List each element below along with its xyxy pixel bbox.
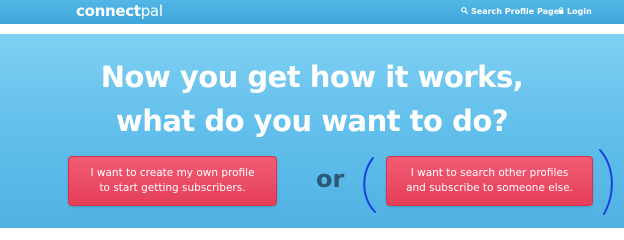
search-icon: [461, 6, 469, 18]
top-navigation-bar: connectpal Search Profile Pages Login: [0, 0, 624, 24]
search-profiles-button[interactable]: I want to search other profiles and subs…: [386, 156, 593, 206]
header-spacer: [0, 24, 624, 34]
hero-headline-line-2: what do you want to do?: [115, 104, 509, 138]
logo-text-accent: pal: [140, 2, 163, 20]
search-profile-pages-link[interactable]: Search Profile Pages: [461, 6, 564, 18]
footer-spacer: [0, 228, 624, 240]
create-profile-label-line-1: I want to create my own profile: [90, 167, 255, 179]
login-link-label: Login: [567, 7, 592, 16]
or-separator: or: [316, 165, 345, 193]
login-link[interactable]: Login: [558, 6, 592, 18]
search-profiles-label-line-1: I want to search other profiles: [410, 167, 569, 179]
lock-icon: [558, 6, 564, 18]
create-profile-label-line-2: to start getting subscribers.: [99, 182, 246, 194]
create-profile-button[interactable]: I want to create my own profile to start…: [68, 156, 277, 206]
search-link-label: Search Profile Pages: [471, 7, 564, 16]
connectpal-logo[interactable]: connectpal: [76, 2, 163, 20]
hero-headline-line-1: Now you get how it works,: [100, 60, 524, 94]
logo-text: connect: [76, 2, 141, 20]
search-profiles-label-line-2: and subscribe to someone else.: [406, 182, 573, 194]
